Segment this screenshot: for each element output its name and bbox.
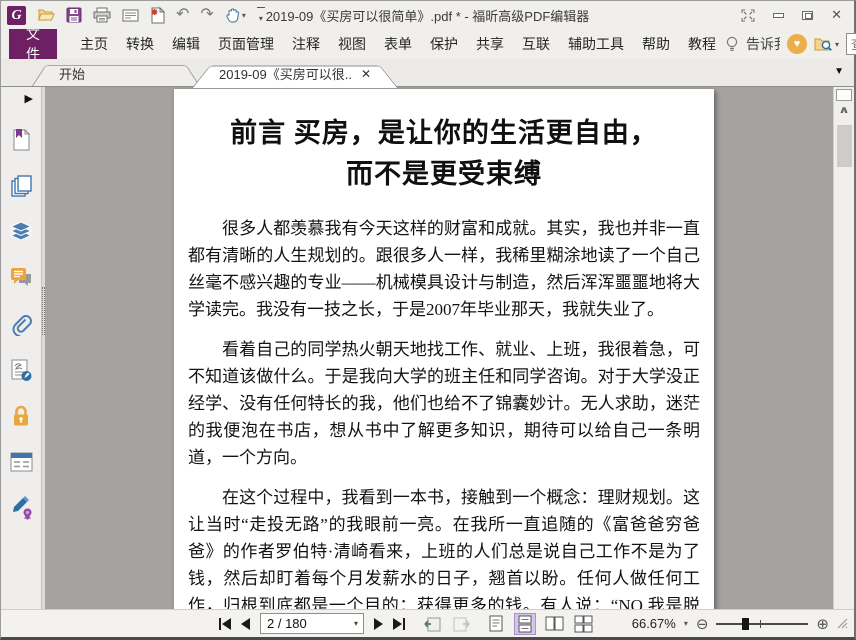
menu-view[interactable]: 视图	[329, 30, 375, 58]
toggle-reading-mode-icon[interactable]	[741, 9, 755, 22]
single-page-view-button[interactable]	[485, 613, 507, 635]
page-dropdown-caret[interactable]: ▾	[354, 619, 358, 628]
page-number-box[interactable]: ▾	[260, 613, 364, 634]
scrollbar-top-button[interactable]	[836, 89, 852, 101]
page-navigation: ▾	[219, 612, 594, 635]
previous-page-button[interactable]	[241, 617, 250, 630]
continuous-facing-view-button[interactable]	[572, 613, 594, 635]
undo-icon[interactable]: ↶	[176, 7, 189, 23]
tell-me-label[interactable]: 告诉我	[746, 34, 780, 54]
signature-icon[interactable]	[9, 495, 34, 520]
view-mode-buttons	[485, 612, 594, 635]
menu-connect[interactable]: 互联	[513, 30, 559, 58]
expand-panel-icon[interactable]: ▶	[25, 92, 33, 105]
search-folder-button[interactable]: ▾	[814, 36, 839, 52]
find-search-box[interactable]	[846, 33, 856, 55]
facing-view-button[interactable]	[543, 613, 565, 635]
folder-search-icon	[814, 38, 832, 51]
save-icon[interactable]	[66, 7, 82, 23]
menubar: 文件 主页 转换 编辑 页面管理 注释 视图 表单 保护 共享 互联 辅助工具 …	[1, 19, 856, 69]
document-view[interactable]: 前言 买房，是让你的生活更自由， 而不是更受束缚 很多人都羡慕我有今天这样的财富…	[45, 87, 833, 609]
vertical-scrollbar[interactable]: ∧	[833, 87, 854, 609]
attachments-icon[interactable]	[9, 311, 33, 336]
statusbar: ▾	[1, 609, 854, 637]
next-view-button	[452, 615, 471, 632]
redo-icon[interactable]: ↷	[200, 7, 213, 23]
layers-icon[interactable]	[8, 219, 34, 244]
maximize-button[interactable]	[802, 10, 814, 20]
menu-tutorial[interactable]: 教程	[679, 30, 725, 58]
first-page-button[interactable]	[219, 617, 231, 630]
form-fields-icon[interactable]	[9, 449, 34, 474]
comments-icon[interactable]	[9, 265, 34, 290]
menu-help[interactable]: 帮助	[633, 30, 679, 58]
menubar-right-tools: 告诉我 ♥ ▾ ⚙ ▾ ◁ ▶	[725, 32, 856, 57]
doc-paragraph: 看着自己的同学热火朝天地找工作、就业、上班，我很着急，可不知道该做什么。于是我向…	[188, 340, 700, 467]
app-window: 2019-09《买房可以很简单》.pdf * - 福昕高级PDF编辑器 G ↶ …	[0, 0, 856, 640]
scan-document-icon[interactable]	[150, 6, 165, 24]
zoom-dropdown-caret[interactable]: ▾	[684, 619, 688, 628]
doc-heading-line2: 而不是更受束缚	[346, 159, 542, 189]
pdf-page[interactable]: 前言 买房，是让你的生活更自由， 而不是更受束缚 很多人都羡慕我有今天这样的财富…	[174, 89, 714, 609]
zoom-slider[interactable]	[716, 617, 809, 631]
page-number-input[interactable]	[261, 616, 339, 631]
page-thumbnails-icon[interactable]	[9, 173, 33, 198]
zoom-level[interactable]: 66.67%	[632, 616, 676, 631]
menu-convert[interactable]: 转换	[117, 30, 163, 58]
menu-accessibility[interactable]: 辅助工具	[559, 30, 633, 58]
resize-grip-icon[interactable]	[837, 618, 848, 629]
scroll-up-icon[interactable]: ∧	[838, 105, 849, 116]
window-controls: ✕	[741, 7, 848, 23]
hand-icon	[226, 8, 239, 23]
quick-access-toolbar: G ↶ ↷ ▾ ▾	[7, 5, 265, 25]
document-tabbar: 开始 2019-09《买房可以很... ✕ ▼	[1, 59, 854, 87]
bookmarks-icon[interactable]	[10, 127, 32, 152]
print-icon[interactable]	[93, 7, 111, 23]
hand-tool-dropdown-caret[interactable]: ▾	[242, 11, 246, 20]
menu-share[interactable]: 共享	[467, 30, 513, 58]
foxit-logo-icon[interactable]: G	[7, 5, 26, 25]
doc-paragraph: 很多人都羡慕我有今天这样的财富和成就。其实，我也并非一直都有清晰的人生规划的。跟…	[188, 219, 700, 319]
doc-body: 很多人都羡慕我有今天这样的财富和成就。其实，我也并非一直都有清晰的人生规划的。跟…	[188, 215, 700, 609]
minimize-button[interactable]	[773, 12, 785, 18]
zoom-slider-thumb[interactable]	[742, 617, 750, 630]
menu-comment[interactable]: 注释	[283, 30, 329, 58]
tab-document[interactable]: 2019-09《买房可以很... ✕	[201, 61, 389, 86]
doc-paragraph: 在这个过程中，我看到一本书，接触到一个概念：理财规划。这让当时“走投无路”的我眼…	[188, 488, 700, 609]
lightbulb-icon	[725, 36, 739, 53]
security-icon[interactable]	[10, 403, 32, 428]
titlebar: 2019-09《买房可以很简单》.pdf * - 福昕高级PDF编辑器 G ↶ …	[1, 1, 854, 29]
main-area: ▶ 前言 买房，是让你的生活更自由， 而不是更受束缚 很多人都羡慕我有今天这样的…	[1, 87, 854, 609]
hand-tool-button[interactable]: ▾	[225, 7, 246, 23]
heart-icon[interactable]: ♥	[787, 34, 807, 54]
tab-overflow-icon[interactable]: ▼	[834, 66, 844, 77]
zoom-controls: 66.67% ▾ ⊖ ⊕	[632, 615, 848, 633]
next-page-button[interactable]	[374, 617, 383, 630]
previous-view-button[interactable]	[423, 615, 442, 632]
tab-start[interactable]: 开始	[41, 61, 191, 86]
menu-protect[interactable]: 保护	[421, 30, 467, 58]
continuous-view-button[interactable]	[514, 612, 536, 635]
tab-close-icon[interactable]: ✕	[361, 67, 371, 81]
find-input[interactable]	[847, 36, 856, 52]
last-page-button[interactable]	[393, 617, 405, 630]
zoom-in-button[interactable]: ⊕	[816, 615, 829, 633]
open-file-icon[interactable]	[37, 7, 55, 23]
email-icon[interactable]	[122, 8, 139, 23]
doc-heading-line1: 前言 买房，是让你的生活更自由，	[230, 118, 658, 148]
digital-signatures-icon[interactable]	[9, 357, 33, 382]
navigation-panel-strip: ▶	[1, 87, 41, 609]
close-button[interactable]: ✕	[831, 7, 842, 23]
zoom-out-button[interactable]: ⊖	[696, 615, 709, 633]
menu-form[interactable]: 表单	[375, 30, 421, 58]
menu-edit[interactable]: 编辑	[163, 30, 209, 58]
customize-quick-access-button[interactable]: ▾	[256, 6, 265, 24]
scrollbar-thumb[interactable]	[836, 125, 852, 167]
menu-home[interactable]: 主页	[71, 30, 117, 58]
menu-organize[interactable]: 页面管理	[209, 30, 283, 58]
